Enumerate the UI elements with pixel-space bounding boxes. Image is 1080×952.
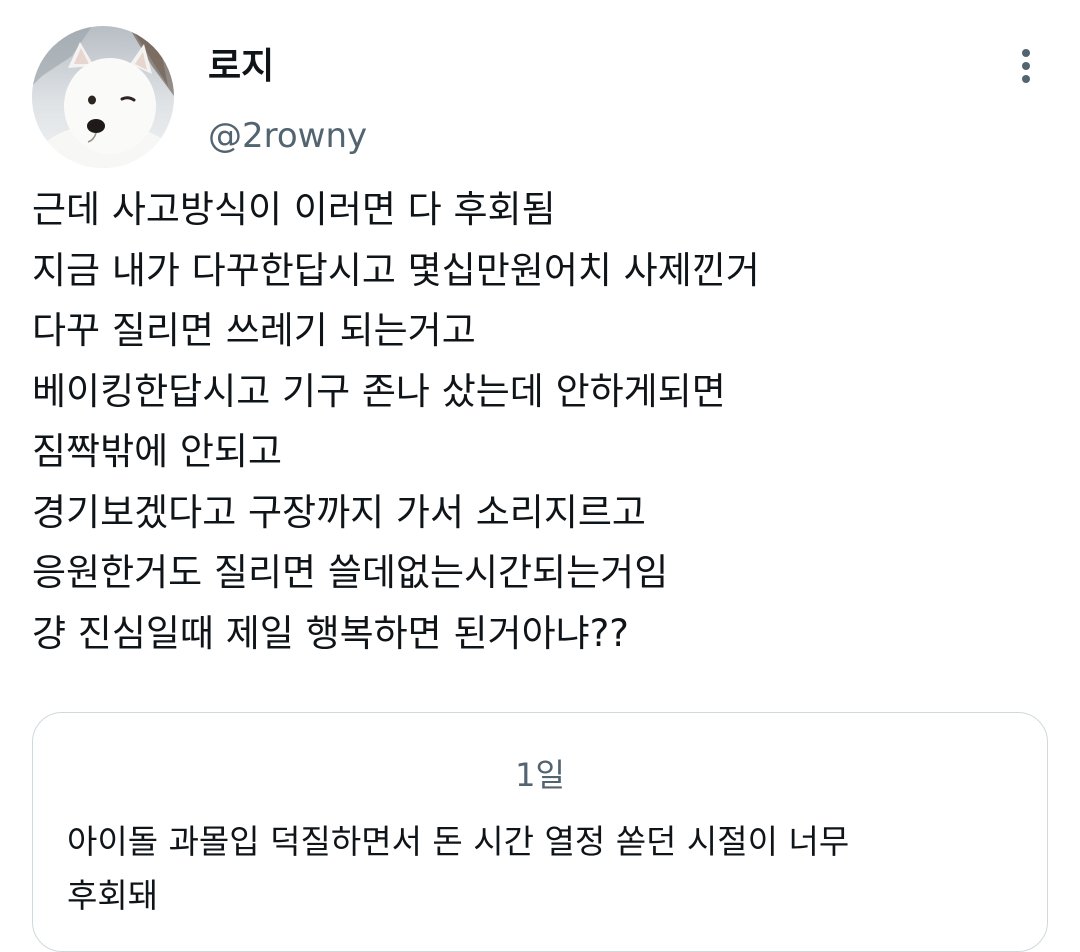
tweet-text-line: 지금 내가 다꾸한답시고 몇십만원어치 사제낀거 bbox=[32, 248, 760, 292]
tweet-text-line: 경기보겠다고 구장까지 가서 소리지르고 bbox=[32, 490, 646, 534]
author-avatar[interactable] bbox=[32, 26, 174, 168]
quoted-tweet-text-line: 후회돼 bbox=[67, 876, 159, 915]
more-vertical-icon bbox=[1022, 49, 1030, 83]
quoted-tweet-text: 아이돌 과몰입 덕질하면서 돈 시간 열정 쏟던 시절이 너무 후회돼 bbox=[67, 815, 1027, 923]
quoted-tweet-card[interactable]: 1일 아이돌 과몰입 덕질하면서 돈 시간 열정 쏟던 시절이 너무 후회돼 bbox=[32, 712, 1048, 952]
author-display-name[interactable]: 로지 bbox=[208, 44, 274, 90]
tweet-text: 근데 사고방식이 이러면 다 후회됨 지금 내가 다꾸한답시고 몇십만원어치 사… bbox=[32, 180, 1052, 664]
tweet-text-line: 베이킹한답시고 기구 존나 샀는데 안하게되면 bbox=[32, 369, 726, 413]
tweet-text-line: 짐짝밖에 안되고 bbox=[32, 430, 283, 473]
tweet-text-line: 근데 사고방식이 이러면 다 후회됨 bbox=[32, 188, 556, 231]
tweet: 로지 @2rowny 근데 사고방식이 이러면 다 후회됨 지금 내가 다꾸한답… bbox=[0, 0, 1080, 952]
quoted-tweet-timestamp: 1일 bbox=[515, 756, 565, 794]
more-options-button[interactable] bbox=[1004, 44, 1048, 88]
tweet-text-line: 걍 진심일때 제일 행복하면 된거아냐?? bbox=[32, 611, 629, 655]
tweet-text-line: 다꾸 질리면 쓰레기 되는거고 bbox=[32, 309, 476, 352]
tweet-text-line: 응원한거도 질리면 쓸데없는시간되는거임 bbox=[32, 551, 669, 594]
samoyed-dog-avatar-icon bbox=[32, 26, 174, 168]
author-handle[interactable]: @2rowny bbox=[208, 114, 367, 158]
quoted-tweet-text-line: 아이돌 과몰입 덕질하면서 돈 시간 열정 쏟던 시절이 너무 bbox=[67, 822, 850, 861]
